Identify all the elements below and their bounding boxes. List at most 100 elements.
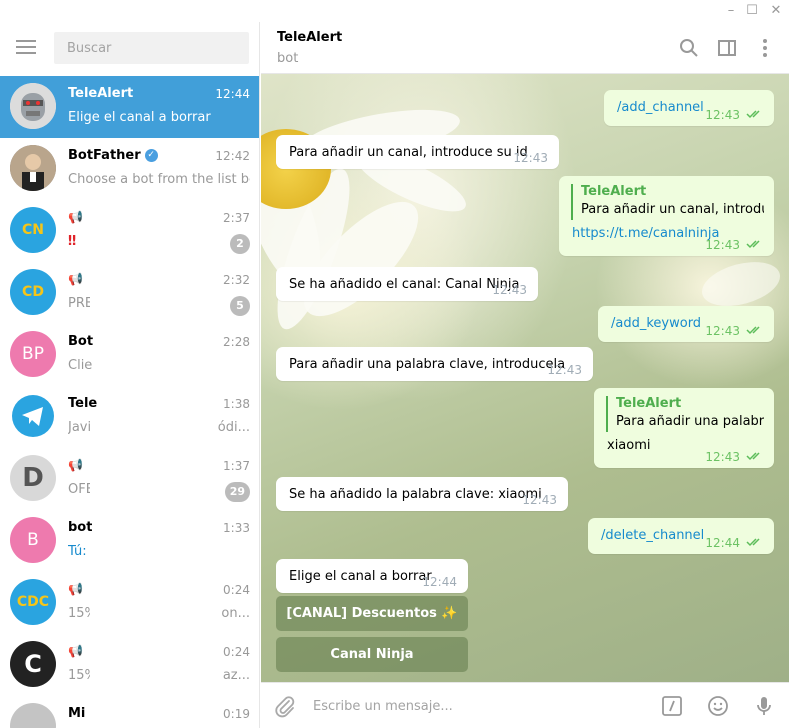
chat-preview: Javi [68, 420, 90, 435]
message-time: 12:44 [705, 536, 740, 550]
outgoing-message[interactable]: TeleAlert Para añadir una palabr... xiaomi… [594, 388, 774, 468]
chat-list-item[interactable]: CD 📢 2:32 PRE 5 [0, 262, 259, 324]
chat-list-item[interactable]: BP Bot 2:28 Clie [0, 324, 259, 386]
more-options-icon[interactable] [753, 36, 777, 60]
chat-list-item[interactable]: BotFather ✓ 12:42 Choose a bot from the lis… [0, 138, 259, 200]
incoming-message[interactable]: Se ha añadido la palabra clave: xiaomi 12… [276, 477, 568, 511]
chat-time: 2:32 [223, 273, 250, 287]
avatar: C [10, 641, 56, 687]
chat-header: TeleAlert bot [261, 22, 789, 74]
incoming-message[interactable]: Para añadir una palabra clave, introduce… [276, 347, 593, 381]
chat-list-item[interactable]: D 📢 1:37 OFE 29 [0, 448, 259, 510]
chat-time: 12:44 [215, 87, 250, 101]
chat-preview: Choose a bot from the list be... [68, 172, 250, 187]
message-area[interactable]: /add_channel 12:43 Para añadir un canal, i… [261, 74, 789, 682]
attach-icon[interactable] [273, 694, 297, 718]
chat-list-item[interactable]: CDC 📢 0:24 15% on... [0, 572, 259, 634]
message-text: Se ha añadido la palabra clave: xiaomi [289, 487, 542, 502]
avatar: CDC [10, 579, 56, 625]
minimize-button[interactable]: – [720, 2, 742, 20]
conversation-panel: TeleAlert bot /add_channel 12:43 Para añad… [261, 22, 789, 728]
message-time: 12:43 [547, 363, 582, 377]
channel-icon: 📢 [68, 272, 83, 286]
message-time: 12:43 [492, 283, 527, 297]
chat-title[interactable]: TeleAlert [277, 30, 342, 45]
message-text: /delete_channel [601, 528, 705, 543]
chat-time: 1:33 [223, 521, 250, 535]
incoming-message[interactable]: Se ha añadido el canal: Canal Ninja 12:43 [276, 267, 538, 301]
reply-quote-bar [606, 396, 608, 432]
chat-time: 0:24 [223, 645, 250, 659]
chat-name: TeleAlert [68, 86, 134, 101]
incoming-message[interactable]: Para añadir un canal, introduce su id 12:… [276, 135, 559, 169]
chat-time: 0:24 [223, 583, 250, 597]
chat-preview: Clie [68, 358, 93, 373]
avatar: BP [10, 331, 56, 377]
unread-badge: 29 [224, 482, 250, 502]
channel-icon: 📢 [68, 582, 83, 596]
chat-time: 2:37 [223, 211, 250, 225]
search-icon[interactable] [677, 36, 701, 60]
chat-list-item[interactable]: Mi 0:19 [0, 696, 259, 728]
chat-preview: Elige el canal a borrar [68, 110, 211, 125]
reply-text: Para añadir una palabr... [616, 414, 764, 429]
message-composer [261, 682, 789, 728]
outgoing-message[interactable]: TeleAlert Para añadir un canal, introduc.… [559, 176, 774, 256]
read-checks-icon [746, 240, 760, 249]
avatar: CN [10, 207, 56, 253]
message-text: Para añadir un canal, introduce su id [289, 145, 528, 160]
outgoing-message[interactable]: /add_keyword 12:43 [598, 306, 774, 342]
microphone-icon[interactable] [752, 694, 776, 718]
message-time: 12:43 [705, 450, 740, 464]
chat-preview: Tú: [68, 544, 87, 559]
chat-name: Tele [68, 396, 98, 411]
hamburger-menu-icon[interactable] [16, 40, 36, 56]
unread-badge: 2 [230, 234, 250, 254]
chat-status: bot [277, 51, 299, 66]
chat-list-item[interactable]: C 📢 0:24 15% az... [0, 634, 259, 696]
outgoing-message[interactable]: /delete_channel 12:44 [588, 518, 774, 554]
chat-preview-tail: az... [222, 668, 250, 683]
keyboard-button-canal-ninja[interactable]: Canal Ninja [276, 637, 468, 672]
message-input[interactable] [313, 695, 643, 717]
sidebar-header [0, 22, 259, 76]
chat-name: 📢 [68, 210, 83, 225]
reply-quote-bar [571, 184, 573, 220]
channel-icon: 📢 [68, 210, 83, 224]
incoming-message[interactable]: Elige el canal a borrar 12:44 [276, 559, 468, 593]
chat-name: 📢 [68, 458, 83, 473]
chat-preview-tail: on... [221, 606, 250, 621]
chat-list-item[interactable]: CN 📢 2:37 ‼ 2 [0, 200, 259, 262]
chat-time: 1:38 [223, 397, 250, 411]
reply-author: TeleAlert [581, 184, 647, 199]
outgoing-message[interactable]: /add_channel 12:43 [604, 90, 774, 126]
message-time: 12:44 [422, 575, 457, 589]
chat-name: 📢 [68, 582, 83, 597]
commands-icon[interactable] [660, 694, 684, 718]
chat-name: Bot [68, 334, 94, 349]
sidebar-toggle-icon[interactable] [715, 36, 739, 60]
chat-time: 12:42 [215, 149, 250, 163]
message-text: xiaomi [607, 438, 651, 453]
chat-list-item[interactable]: Bbot 1:33 Tú: [0, 510, 259, 572]
search-input[interactable] [54, 32, 249, 64]
read-checks-icon [746, 538, 760, 547]
channel-icon: 📢 [68, 644, 83, 658]
channel-icon: 📢 [68, 458, 83, 472]
emoji-icon[interactable] [706, 694, 730, 718]
keyboard-button-descuentos[interactable]: [CANAL] Descuentos ✨ [276, 596, 468, 631]
message-time: 12:43 [705, 108, 740, 122]
message-time: 12:43 [705, 324, 740, 338]
chat-name: 📢 [68, 272, 83, 287]
chat-list-item[interactable]: TeleAlert 12:44 Elige el canal a borrar [0, 76, 259, 138]
chat-list-item[interactable]: Tele 1:38 Javi ódi... [0, 386, 259, 448]
message-text[interactable]: https://t.me/canalninja [572, 226, 719, 241]
chat-time: 2:28 [223, 335, 250, 349]
chat-preview: ‼ [68, 234, 77, 249]
avatar [10, 83, 56, 129]
avatar: D [10, 455, 56, 501]
avatar [10, 393, 56, 439]
close-button[interactable]: ✕ [765, 2, 787, 20]
maximize-button[interactable]: ☐ [741, 2, 763, 20]
message-text: Elige el canal a borrar [289, 569, 432, 584]
